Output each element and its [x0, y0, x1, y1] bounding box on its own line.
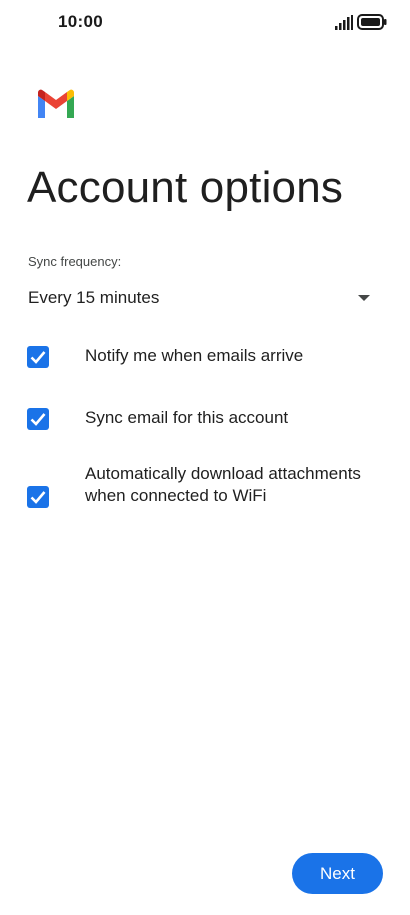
- option-sync-email[interactable]: Sync email for this account: [0, 402, 410, 436]
- option-label: Notify me when emails arrive: [85, 346, 304, 365]
- checkbox-checked-icon[interactable]: [27, 346, 49, 368]
- gmail-logo-icon: [38, 89, 74, 118]
- sync-frequency-label: Sync frequency:: [28, 254, 122, 269]
- option-label: Automatically download attachments when …: [85, 464, 361, 505]
- status-time: 10:00: [58, 12, 103, 31]
- dropdown-arrow-icon: [358, 295, 370, 301]
- cellular-signal-icon: [335, 15, 353, 30]
- next-button[interactable]: Next: [292, 853, 383, 894]
- checkbox-checked-icon[interactable]: [27, 408, 49, 430]
- page-title: Account options: [27, 163, 344, 212]
- option-auto-download-attachments[interactable]: Automatically download attachments when …: [0, 462, 410, 534]
- status-bar: 10:00: [0, 0, 410, 46]
- sync-frequency-value: Every 15 minutes: [28, 288, 160, 307]
- option-notify-emails[interactable]: Notify me when emails arrive: [0, 340, 410, 374]
- option-label: Sync email for this account: [85, 408, 289, 427]
- battery-full-icon: [357, 14, 387, 30]
- checkbox-checked-icon[interactable]: [27, 486, 49, 508]
- sync-frequency-dropdown[interactable]: Every 15 minutes: [0, 280, 410, 316]
